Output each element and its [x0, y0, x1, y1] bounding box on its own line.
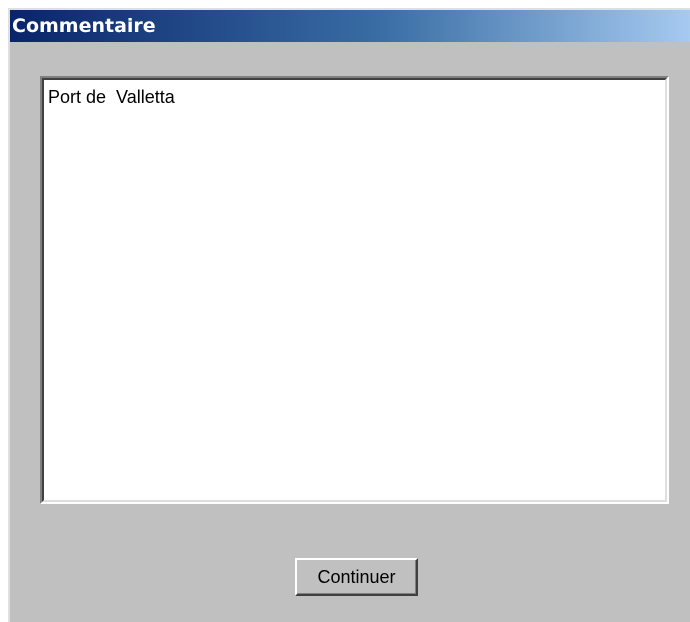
comment-field-border: Port de Valletta: [42, 78, 667, 502]
continue-button[interactable]: Continuer: [295, 558, 418, 596]
comment-field-frame: Port de Valletta: [40, 76, 669, 504]
comment-dialog: Commentaire Port de Valletta Continuer: [8, 8, 690, 622]
dialog-title: Commentaire: [12, 15, 156, 37]
title-bar[interactable]: Commentaire: [10, 10, 690, 42]
comment-textarea[interactable]: Port de Valletta: [44, 80, 665, 500]
